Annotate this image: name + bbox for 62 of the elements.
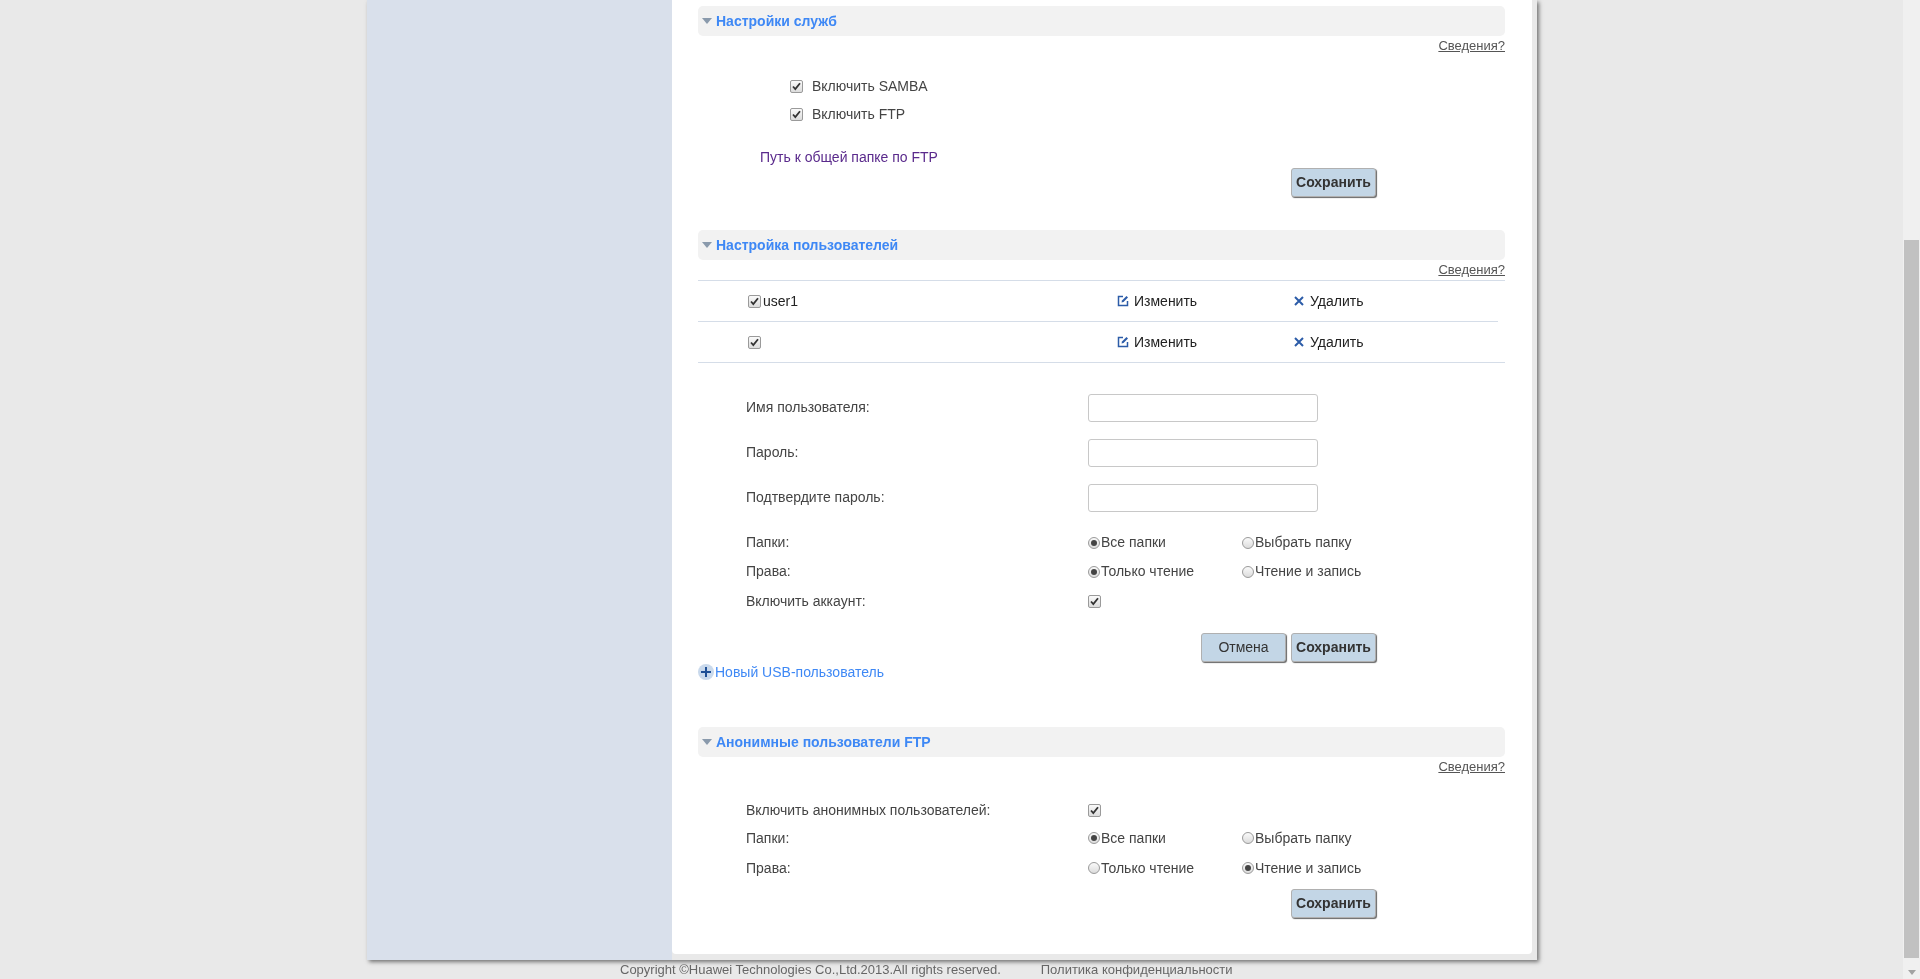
checkbox[interactable] — [1088, 803, 1101, 817]
field-label: Включить анонимных пользователей: — [746, 800, 992, 820]
radio-button[interactable] — [1088, 832, 1100, 844]
field-label: Папки: — [746, 533, 791, 552]
radio-label: Только чтение — [1101, 562, 1195, 581]
field-label: Включить аккаунт: — [746, 592, 867, 611]
radio-button[interactable] — [1242, 536, 1254, 549]
checkbox[interactable] — [1088, 595, 1101, 608]
checkbox[interactable] — [790, 107, 803, 121]
scrollbar-thumb[interactable] — [1904, 240, 1919, 958]
edit-link[interactable]: Изменить — [1117, 331, 1294, 353]
field-label: Имя пользователя: — [746, 398, 871, 417]
checkbox[interactable] — [748, 294, 761, 308]
input-field[interactable] — [1088, 483, 1318, 512]
edit-link[interactable]: Изменить — [1117, 290, 1294, 312]
help-link[interactable]: Сведения? — [1438, 260, 1505, 280]
edit-icon — [1117, 336, 1129, 348]
option-label: Включить FTP — [812, 104, 906, 124]
cancel-button[interactable]: Отмена — [1201, 633, 1286, 662]
close-icon — [1294, 337, 1304, 347]
radio-button[interactable] — [1242, 565, 1254, 578]
input-field[interactable] — [1088, 393, 1318, 422]
privacy-link[interactable]: Политика конфиденциальности — [1040, 959, 1233, 979]
ftp-path-link[interactable]: Путь к общей папке по FTP — [760, 146, 938, 168]
edit-icon — [1117, 295, 1129, 307]
plus-icon — [698, 664, 714, 680]
caret-icon — [702, 739, 712, 745]
radio-label: Только чтение — [1101, 858, 1195, 878]
checkbox[interactable] — [748, 335, 761, 349]
save-button[interactable]: Сохранить — [1291, 889, 1376, 918]
radio-label: Все папки — [1101, 828, 1166, 848]
add-user-link[interactable]: Новый USB-пользователь — [698, 661, 884, 683]
input-field[interactable] — [1088, 438, 1318, 467]
radio-label: Выбрать папку — [1255, 828, 1352, 848]
radio-label: Чтение и запись — [1255, 858, 1362, 878]
radio-label: Чтение и запись — [1255, 562, 1362, 581]
checkbox[interactable] — [790, 79, 803, 93]
radio-button[interactable] — [1088, 565, 1100, 578]
scrollbar[interactable] — [1903, 0, 1920, 979]
user-name: user1 — [763, 291, 799, 311]
caret-icon — [702, 18, 712, 24]
radio-button[interactable] — [1088, 536, 1100, 549]
caret-icon — [702, 242, 712, 248]
radio-button[interactable] — [1242, 862, 1254, 874]
field-label: Права: — [746, 858, 792, 878]
field-label: Права: — [746, 562, 792, 581]
radio-button[interactable] — [1088, 862, 1100, 874]
copyright-text: Copyright ©Huawei Technologies Co.,Ltd.2013.All rights reserved. — [620, 960, 1001, 979]
help-link[interactable]: Сведения? — [1438, 757, 1505, 777]
delete-link[interactable]: Удалить — [1294, 331, 1364, 353]
save-button[interactable]: Сохранить — [1291, 168, 1376, 197]
radio-label: Все папки — [1101, 533, 1166, 552]
option-label: Включить SAMBA — [812, 76, 928, 96]
field-label: Пароль: — [746, 443, 800, 462]
field-label: Папки: — [746, 828, 791, 848]
delete-link[interactable]: Удалить — [1294, 290, 1364, 312]
close-icon — [1294, 296, 1304, 306]
radio-button[interactable] — [1242, 832, 1254, 844]
help-link[interactable]: Сведения? — [1438, 36, 1505, 56]
save-button[interactable]: Сохранить — [1291, 633, 1376, 662]
field-label: Подтвердите пароль: — [746, 488, 886, 507]
radio-label: Выбрать папку — [1255, 533, 1352, 552]
